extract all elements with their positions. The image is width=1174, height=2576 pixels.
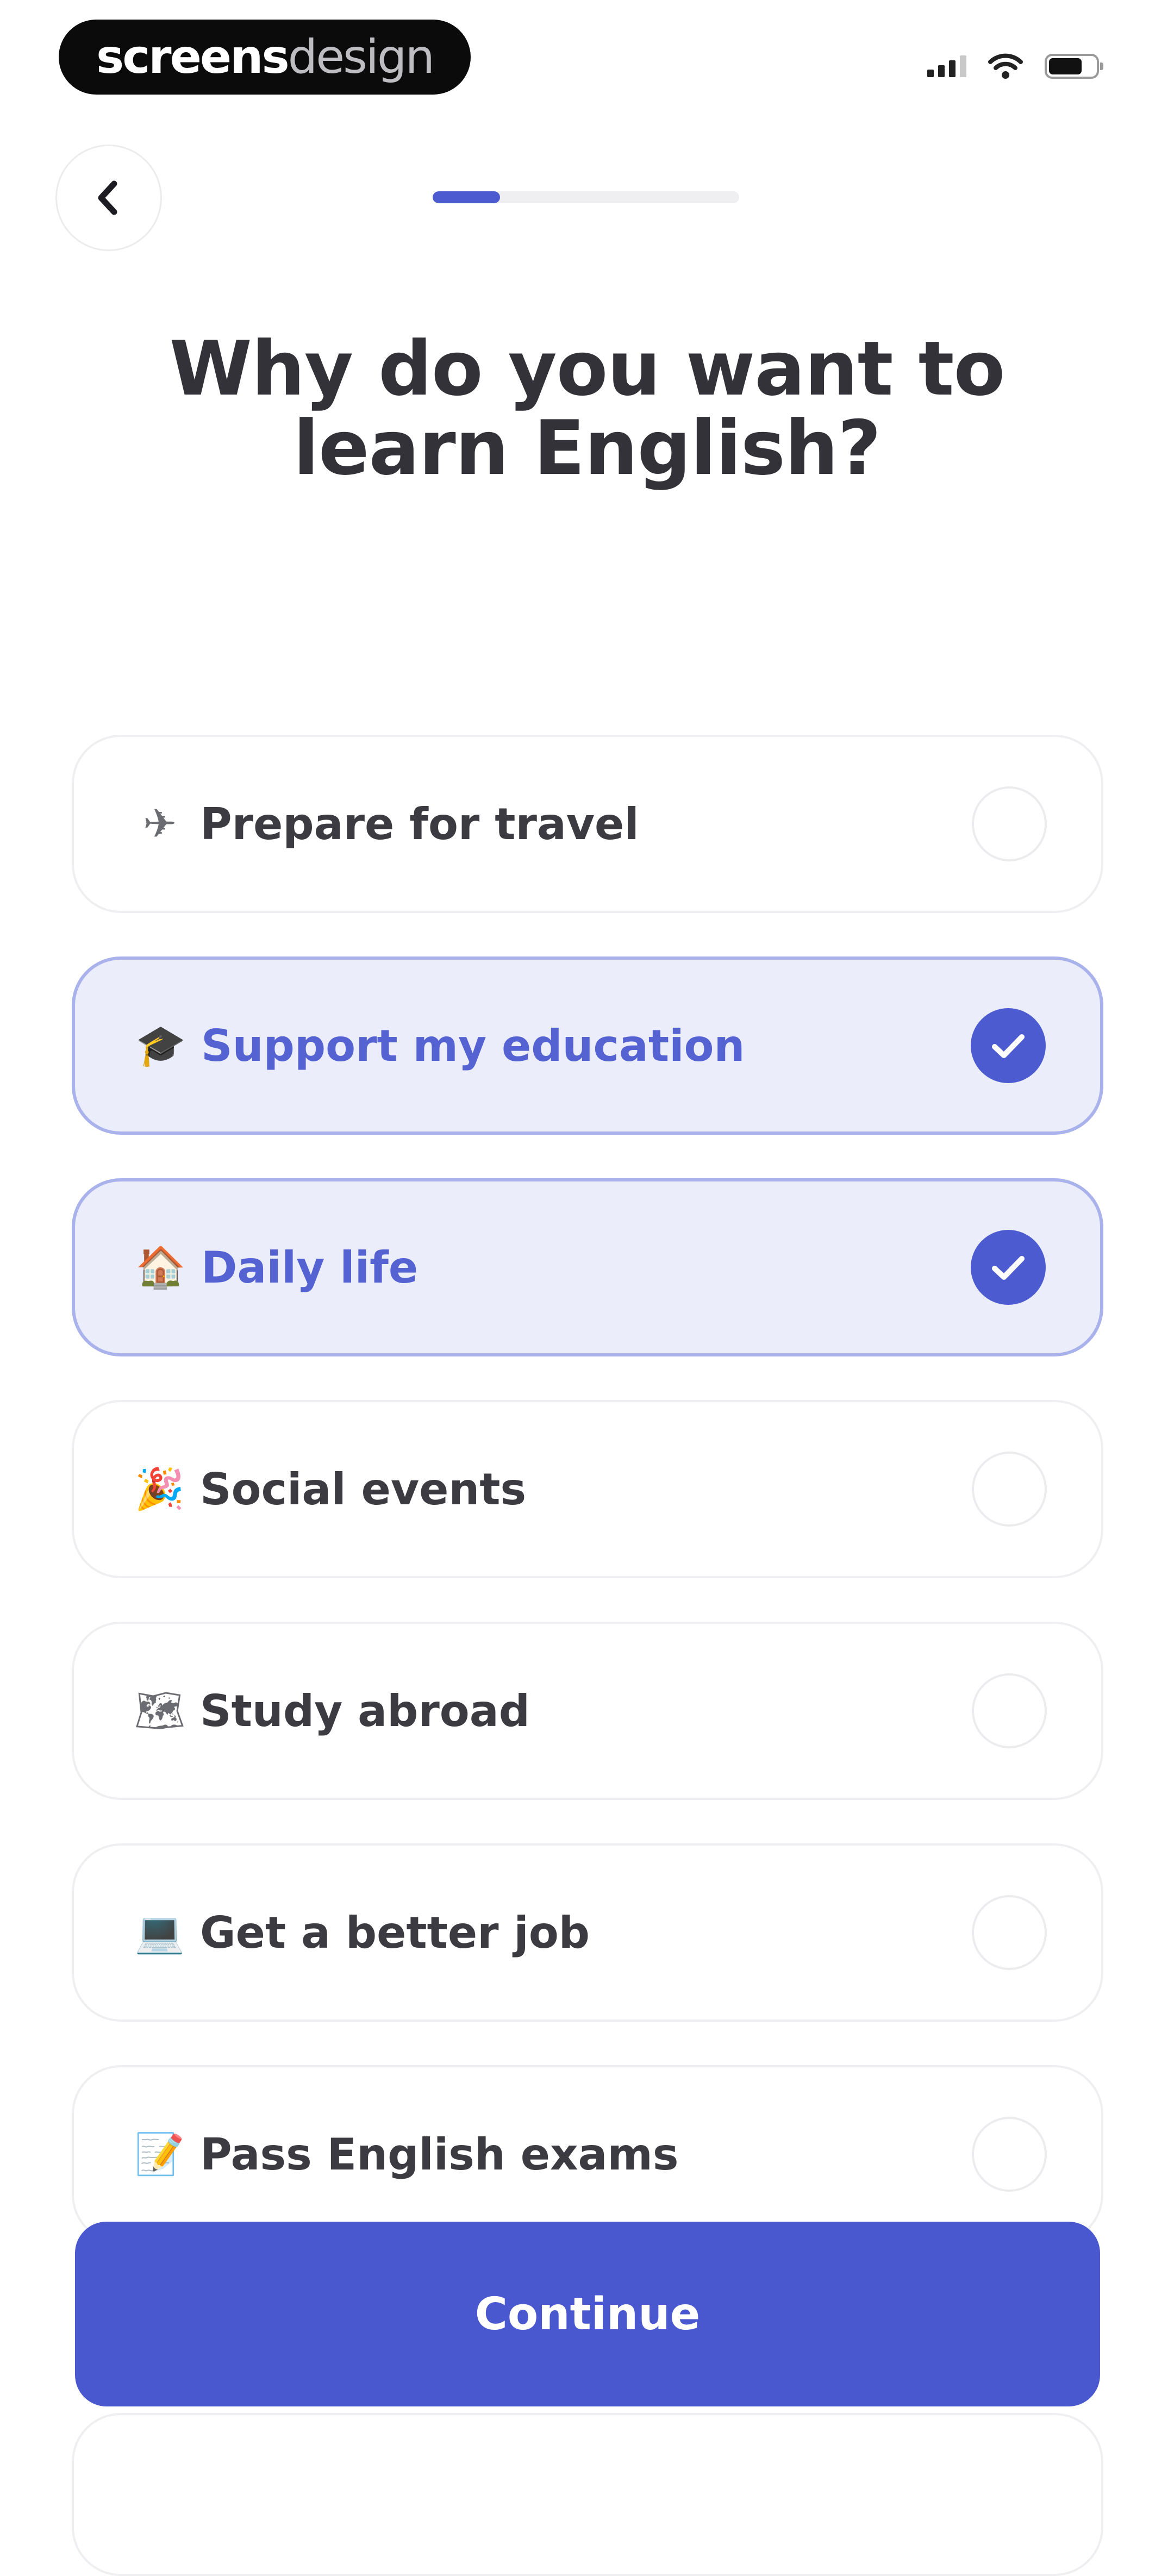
unchecked-radio[interactable]: [972, 2117, 1047, 2192]
option-card[interactable]: 🏠 Daily life: [72, 1178, 1103, 1356]
option-label: Pass English exams: [200, 2129, 679, 2180]
onboarding-progress-fill: [433, 191, 501, 203]
option-card[interactable]: 📝 Pass English exams: [72, 2065, 1103, 2243]
option-emoji-icon: 💻: [134, 1909, 185, 1956]
checkmark-icon: [992, 1256, 1025, 1280]
option-card[interactable]: 🎉 Social events: [72, 1400, 1103, 1578]
option-emoji-icon: 🏠: [135, 1244, 186, 1291]
option-label: Get a better job: [200, 1907, 590, 1958]
option-card[interactable]: ✈ Prepare for travel: [72, 735, 1103, 913]
back-button[interactable]: [55, 145, 162, 251]
unchecked-radio[interactable]: [972, 1452, 1047, 1527]
option-card[interactable]: 💻 Get a better job: [72, 1843, 1103, 2022]
unchecked-radio[interactable]: [972, 1895, 1047, 1970]
onboarding-progress-bar: [433, 191, 739, 203]
wifi-icon: [988, 53, 1023, 79]
option-label: Social events: [200, 1464, 527, 1515]
checked-radio[interactable]: [971, 1230, 1046, 1305]
option-card-peek: [72, 2413, 1103, 2576]
option-label: Support my education: [201, 1020, 745, 1071]
option-card[interactable]: 🎓 Support my education: [72, 956, 1103, 1135]
option-emoji-icon: 🎓: [135, 1022, 186, 1069]
reason-option-list: ✈ Prepare for travel 🎓 Support my education…: [72, 735, 1103, 2287]
option-emoji-icon: 🎉: [134, 1466, 185, 1512]
option-label: Prepare for travel: [200, 798, 639, 849]
continue-button[interactable]: Continue: [75, 2222, 1100, 2406]
option-label: Study abroad: [200, 1685, 530, 1736]
brand-logo-light: design: [288, 30, 435, 84]
option-emoji-icon: 📝: [134, 2131, 185, 2178]
page-title: Why do you want to learn English?: [169, 325, 1006, 492]
brand-logo: screens design: [59, 20, 471, 95]
checked-radio[interactable]: [971, 1008, 1046, 1083]
checkmark-icon: [992, 1034, 1025, 1058]
cellular-signal-icon: [927, 55, 966, 77]
unchecked-radio[interactable]: [972, 786, 1047, 861]
option-emoji-icon: ✈: [142, 801, 177, 847]
option-emoji-icon: 🗺: [134, 1687, 185, 1734]
status-icons: [927, 50, 1103, 83]
option-card[interactable]: 🗺 Study abroad: [72, 1622, 1103, 1800]
battery-icon: [1045, 54, 1103, 79]
brand-logo-bold: screens: [96, 30, 290, 84]
option-label: Daily life: [201, 1242, 419, 1293]
chevron-left-icon: [98, 180, 117, 215]
unchecked-radio[interactable]: [972, 1673, 1047, 1748]
